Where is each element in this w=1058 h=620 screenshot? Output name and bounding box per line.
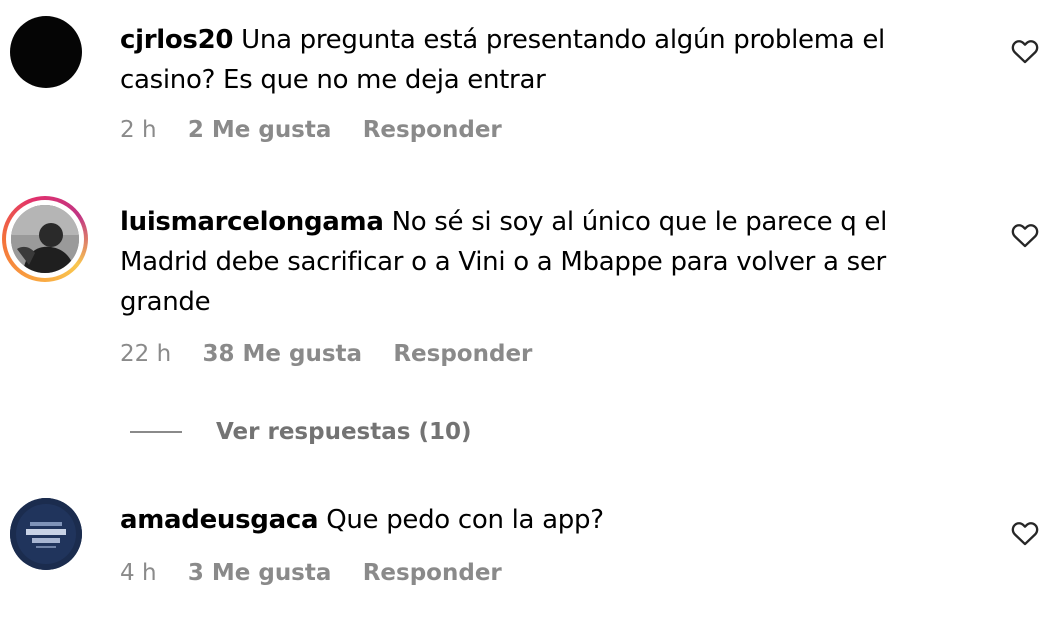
comment-time: 4 h: [120, 560, 157, 586]
comment-text: Una pregunta está presentando algún prob…: [120, 25, 885, 95]
replies-divider-line: [130, 431, 182, 433]
comment-time: 2 h: [120, 117, 157, 143]
heart-outline-icon[interactable]: [1011, 222, 1039, 248]
comment-body: cjrlos20 Una pregunta está presentando a…: [120, 20, 960, 100]
view-replies-button[interactable]: Ver respuestas (10): [130, 415, 472, 449]
comment-meta: 2 h 2 Me gusta Responder: [120, 117, 526, 143]
comment-username[interactable]: cjrlos20: [120, 25, 233, 55]
story-ring-gap: [6, 200, 84, 278]
comment-text: Que pedo con la app?: [326, 505, 604, 535]
like-count-button[interactable]: 38 Me gusta: [202, 341, 362, 367]
heart-outline-icon[interactable]: [1011, 520, 1039, 546]
comment-username[interactable]: amadeusgaca: [120, 505, 319, 535]
view-replies-label: Ver respuestas (10): [216, 419, 472, 445]
reply-button[interactable]: Responder: [363, 560, 502, 586]
comment-body: luismarcelongama No sé si soy al único q…: [120, 202, 960, 322]
avatar[interactable]: [2, 196, 88, 282]
comment-body: amadeusgaca Que pedo con la app?: [120, 500, 960, 540]
comment-meta: 22 h 38 Me gusta Responder: [120, 341, 556, 367]
comment-meta: 4 h 3 Me gusta Responder: [120, 560, 526, 586]
like-count-button[interactable]: 3 Me gusta: [188, 560, 332, 586]
comment-time: 22 h: [120, 341, 172, 367]
like-count-button[interactable]: 2 Me gusta: [188, 117, 332, 143]
reply-button[interactable]: Responder: [363, 117, 502, 143]
heart-outline-icon[interactable]: [1011, 38, 1039, 64]
reply-button[interactable]: Responder: [393, 341, 532, 367]
comment-username[interactable]: luismarcelongama: [120, 207, 384, 237]
avatar[interactable]: [10, 498, 82, 570]
avatar[interactable]: [10, 16, 82, 88]
avatar-photo: [11, 205, 79, 273]
